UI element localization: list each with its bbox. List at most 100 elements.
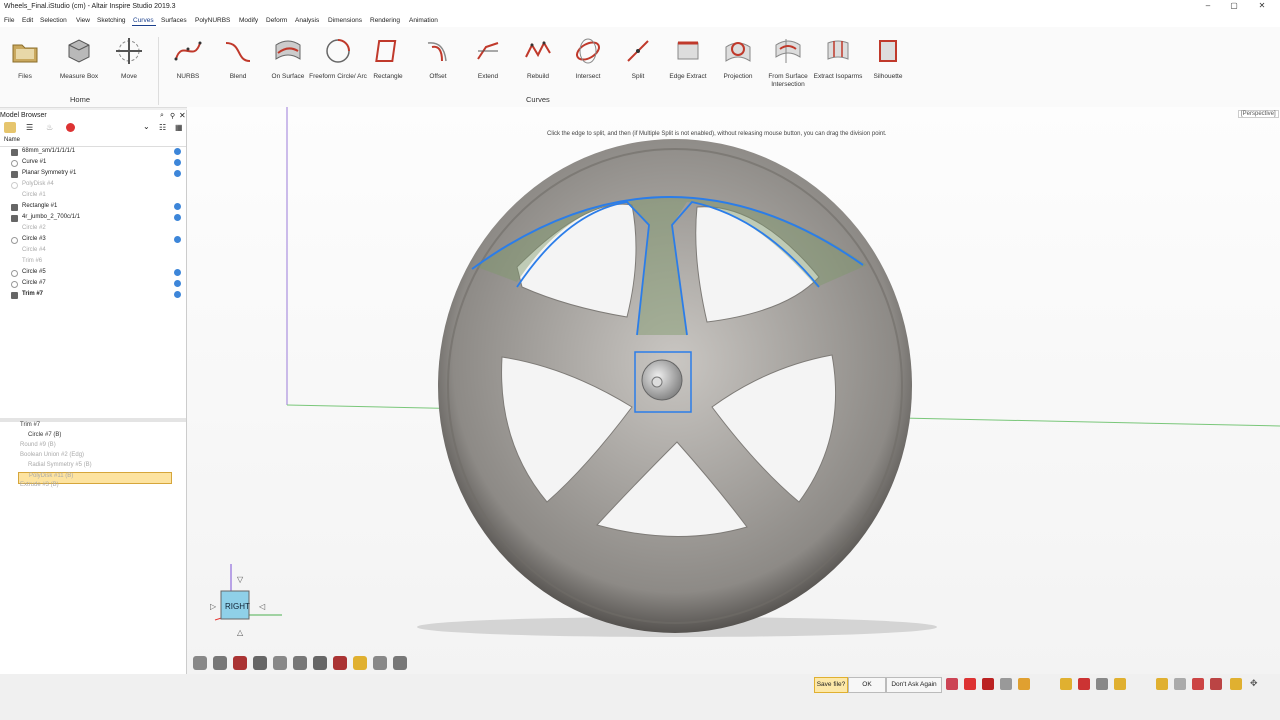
globe-icon[interactable] — [313, 656, 327, 670]
maximize-button[interactable]: ▢ — [1224, 1, 1244, 13]
pan-icon[interactable] — [213, 656, 227, 670]
menu-polynurbs[interactable]: PolyNURBS — [195, 17, 230, 24]
menu-animation[interactable]: Animation — [409, 17, 438, 24]
visibility-check-icon[interactable] — [174, 236, 181, 243]
window-title: Wheels_Final.iStudio (cm) - Altair Inspi… — [4, 3, 176, 10]
snap-icon[interactable] — [1018, 678, 1030, 690]
measure-icon[interactable] — [1210, 678, 1222, 690]
visibility-check-icon[interactable] — [174, 214, 181, 221]
close-panel-icon[interactable]: ✕ — [179, 111, 186, 120]
browser-item[interactable]: Circle #2 — [0, 224, 186, 235]
view-cube-down-arrow[interactable]: △ — [237, 628, 244, 637]
curve-snap-icon[interactable] — [1060, 678, 1072, 690]
visibility-check-icon[interactable] — [174, 291, 181, 298]
view-cube[interactable]: RIGHT ▽ △ ▷ ◁ — [210, 564, 282, 637]
light-icon[interactable]: ♨ — [46, 123, 53, 132]
split-curve-icon — [627, 40, 649, 62]
visibility-check-icon[interactable] — [174, 269, 181, 276]
history-item[interactable]: Round #9 (B) — [10, 442, 160, 452]
menu-file[interactable]: File — [4, 17, 14, 24]
close-button[interactable]: ✕ — [1252, 1, 1272, 13]
paint-icon[interactable] — [964, 678, 976, 690]
menu-rendering[interactable]: Rendering — [370, 17, 400, 24]
browser-item[interactable]: Circle #1 — [0, 191, 186, 202]
zoom-icon[interactable] — [373, 656, 387, 670]
browser-item[interactable]: Trim #7 — [0, 290, 186, 301]
browser-item[interactable]: Circle #5 — [0, 268, 186, 279]
browser-item[interactable]: Rectangle #1 — [0, 202, 186, 213]
highlight-icon[interactable] — [1114, 678, 1126, 690]
history-item[interactable]: Trim #7 — [10, 422, 160, 432]
point-snap-icon[interactable] — [1078, 678, 1090, 690]
history-item[interactable]: Circle #7 (B) — [18, 432, 170, 442]
color-icon[interactable] — [982, 678, 994, 690]
menu-edit[interactable]: Edit — [22, 17, 33, 24]
frame-icon[interactable] — [1192, 678, 1204, 690]
ok-button[interactable]: OK — [848, 677, 886, 693]
3d-viewport[interactable]: RIGHT ▽ △ ▷ ◁ — [187, 107, 1280, 674]
browser-item[interactable]: 68mm_sm/1/1/1/1/1 — [0, 147, 186, 158]
files-tool[interactable]: Files — [0, 35, 55, 81]
visibility-check-icon[interactable] — [174, 159, 181, 166]
view-cube-up-arrow[interactable]: ▽ — [237, 575, 244, 584]
orbit-icon[interactable] — [193, 656, 207, 670]
menu-analysis[interactable]: Analysis — [295, 17, 319, 24]
menu-surfaces[interactable]: Surfaces — [161, 17, 187, 24]
menu-selection[interactable]: Selection — [40, 17, 67, 24]
menu-sketching[interactable]: Sketching — [97, 17, 126, 24]
columns-icon[interactable]: ☷ — [159, 123, 166, 132]
menu-view[interactable]: View — [76, 17, 90, 24]
silhouette-tool[interactable]: Silhouette — [858, 35, 918, 81]
shaded-icon[interactable] — [233, 656, 247, 670]
browser-item[interactable]: Curve #1 — [0, 158, 186, 169]
visibility-check-icon[interactable] — [174, 203, 181, 210]
browser-item[interactable]: Circle #7 — [0, 279, 186, 290]
wheel-model[interactable]: RIGHT ▽ △ ▷ ◁ — [187, 107, 1280, 674]
browser-item[interactable]: Circle #4 — [0, 246, 186, 257]
dont-ask-again-button[interactable]: Don't Ask Again — [886, 677, 942, 693]
view-cube-left-arrow[interactable]: ▷ — [210, 602, 217, 611]
visibility-check-icon[interactable] — [174, 170, 181, 177]
browser-item-label: Circle #2 — [22, 225, 46, 231]
move-tool[interactable]: Move — [99, 35, 159, 81]
draw-icon[interactable] — [946, 678, 958, 690]
list-icon[interactable]: ☰ — [26, 123, 33, 132]
visibility-check-icon[interactable] — [174, 148, 181, 155]
menu-dimensions[interactable]: Dimensions — [328, 17, 362, 24]
history-item[interactable]: Boolean Union #2 (Edg) — [10, 452, 160, 462]
browser-item[interactable]: Circle #3 — [0, 235, 186, 246]
visibility-check-icon[interactable] — [174, 280, 181, 287]
search-icon[interactable]: ⌕ — [160, 112, 164, 120]
wireframe-icon[interactable] — [253, 656, 267, 670]
render-icon[interactable] — [333, 656, 347, 670]
name-column-header[interactable]: Name — [4, 137, 20, 143]
grid-toggle-icon[interactable] — [353, 656, 367, 670]
section-icon[interactable] — [273, 656, 287, 670]
camera-icon[interactable] — [393, 656, 407, 670]
add-icon[interactable]: ✥ — [1250, 678, 1258, 689]
menu-modify[interactable]: Modify — [239, 17, 258, 24]
layers-icon[interactable] — [1156, 678, 1168, 690]
view-icon[interactable] — [293, 656, 307, 670]
menu-curves[interactable]: Curves — [133, 17, 154, 24]
chevron-down-icon[interactable]: ⌄ — [143, 122, 150, 131]
filter-icon[interactable] — [4, 122, 16, 133]
note-icon[interactable] — [1230, 678, 1242, 690]
settings-grid-icon[interactable] — [1174, 678, 1186, 690]
browser-header: Name — [0, 136, 186, 147]
grid-snap-icon[interactable] — [1000, 678, 1012, 690]
tool-icon[interactable] — [1096, 678, 1108, 690]
pin-icon[interactable]: ⚲ — [170, 112, 175, 120]
grid-icon[interactable]: ▦ — [175, 123, 183, 132]
menu-deform[interactable]: Deform — [266, 17, 287, 24]
browser-item[interactable]: 4r_jumbo_2_700c/1/1 — [0, 213, 186, 224]
browser-item[interactable]: Planar Symmetry #1 — [0, 169, 186, 180]
browser-item[interactable]: PolyDisk #4 — [0, 180, 186, 191]
record-icon[interactable] — [66, 123, 75, 132]
perspective-label[interactable]: [Perspective] — [1238, 110, 1279, 118]
history-item[interactable]: Radial Symmetry #5 (B) — [18, 462, 170, 472]
view-cube-right-arrow[interactable]: ◁ — [259, 602, 266, 611]
browser-item[interactable]: Trim #6 — [0, 257, 186, 268]
history-item[interactable]: Extrude #3 (B) — [10, 482, 160, 492]
minimize-button[interactable]: – — [1198, 1, 1218, 13]
